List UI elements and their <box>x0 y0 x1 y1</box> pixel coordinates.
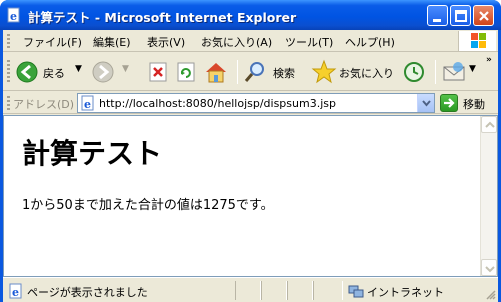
chevron-down-icon <box>422 100 431 107</box>
svg-text:e: e <box>12 286 19 299</box>
status-pane <box>261 281 287 300</box>
page-done-icon: e <box>8 283 24 302</box>
scroll-down-button[interactable] <box>481 259 497 276</box>
menu-help[interactable]: ヘルプ(H) <box>345 34 395 50</box>
home-icon <box>206 63 226 83</box>
favorites-label: お気に入り <box>339 67 394 80</box>
mail-envelope-icon <box>443 62 465 81</box>
address-input[interactable]: e http://localhost:8080/hellojsp/dispsum… <box>77 93 435 113</box>
address-dropdown-button[interactable] <box>417 94 434 112</box>
status-pane <box>313 281 343 300</box>
mail-button[interactable] <box>441 58 469 86</box>
chevron-up-icon <box>485 121 495 128</box>
menu-file[interactable]: ファイル(F) <box>23 34 82 50</box>
menu-favorites[interactable]: お気に入り(A) <box>201 34 272 50</box>
mail-dropdown-icon[interactable]: ▼ <box>469 64 476 74</box>
search-icon <box>244 62 264 82</box>
forward-button[interactable] <box>91 58 119 86</box>
browser-window: e 計算テスト - Microsoft Internet Explorer ファ… <box>0 0 501 302</box>
menu-bar: ファイル(F) 編集(E) 表示(V) お気に入り(A) ツール(T) ヘルプ(… <box>3 30 498 52</box>
ie-page-icon: e <box>6 7 22 23</box>
menu-edit[interactable]: 編集(E) <box>93 34 131 50</box>
status-pane <box>235 281 261 300</box>
history-icon <box>404 62 424 82</box>
toolbar-separator <box>237 60 238 84</box>
status-pane <box>287 281 313 300</box>
addressbar-grip[interactable] <box>7 96 10 110</box>
svg-text:e: e <box>10 10 17 23</box>
toolbar-overflow-chevron-icon[interactable]: » <box>486 55 492 65</box>
stop-button[interactable] <box>147 58 171 86</box>
go-button[interactable] <box>440 94 458 112</box>
close-button[interactable] <box>473 5 494 26</box>
menu-tools[interactable]: ツール(T) <box>285 34 333 50</box>
home-button[interactable] <box>203 58 231 86</box>
toolbar-grip[interactable] <box>7 60 10 84</box>
page-icon: e <box>80 95 96 114</box>
svg-text:e: e <box>84 98 91 111</box>
search-label: 検索 <box>273 67 295 80</box>
back-arrow-icon <box>16 61 38 83</box>
page-heading: 計算テスト <box>22 137 163 170</box>
address-label: アドレス(D) <box>13 98 75 111</box>
refresh-button[interactable] <box>175 58 199 86</box>
status-text: ページが表示されました <box>27 286 148 299</box>
standard-toolbar: 戻る ▼ ▼ 検索 お気に入り ▼ » <box>3 53 498 91</box>
go-arrow-icon <box>444 98 455 108</box>
chevron-down-icon <box>485 266 495 273</box>
toolbar-separator <box>435 60 436 84</box>
zone-text: イントラネット <box>367 286 444 299</box>
back-label: 戻る <box>43 67 65 80</box>
history-button[interactable] <box>401 58 429 86</box>
maximize-button[interactable] <box>450 5 471 26</box>
address-bar: アドレス(D) e http://localhost:8080/hellojsp… <box>3 92 498 114</box>
page-text: 1から50まで加えた合計の値は1275です。 <box>22 198 274 213</box>
scroll-up-button[interactable] <box>481 116 497 133</box>
window-title: 計算テスト - Microsoft Internet Explorer <box>28 10 297 25</box>
stop-icon <box>149 62 167 82</box>
minimize-button[interactable] <box>427 5 448 26</box>
intranet-zone-icon <box>348 283 364 302</box>
status-bar: e ページが表示されました イントラネット <box>3 277 498 302</box>
refresh-icon <box>177 62 195 82</box>
page-content: 計算テスト 1から50まで加えた合計の値は1275です。 <box>3 115 498 277</box>
menubar-grip[interactable] <box>7 34 10 48</box>
favorites-star-icon <box>311 59 337 84</box>
address-url: http://localhost:8080/hellojsp/dispsum3.… <box>99 97 336 110</box>
title-bar[interactable]: e 計算テスト - Microsoft Internet Explorer <box>0 0 501 30</box>
menu-view[interactable]: 表示(V) <box>147 34 185 50</box>
resize-grip-icon[interactable] <box>484 288 496 300</box>
vertical-scrollbar[interactable] <box>480 116 497 276</box>
window-frame: ファイル(F) 編集(E) 表示(V) お気に入り(A) ツール(T) ヘルプ(… <box>3 30 498 302</box>
back-dropdown-icon[interactable]: ▼ <box>75 64 82 74</box>
go-label[interactable]: 移動 <box>463 96 485 112</box>
forward-arrow-icon <box>92 61 114 83</box>
windows-logo-icon <box>458 31 496 51</box>
forward-dropdown-icon[interactable]: ▼ <box>122 64 129 74</box>
